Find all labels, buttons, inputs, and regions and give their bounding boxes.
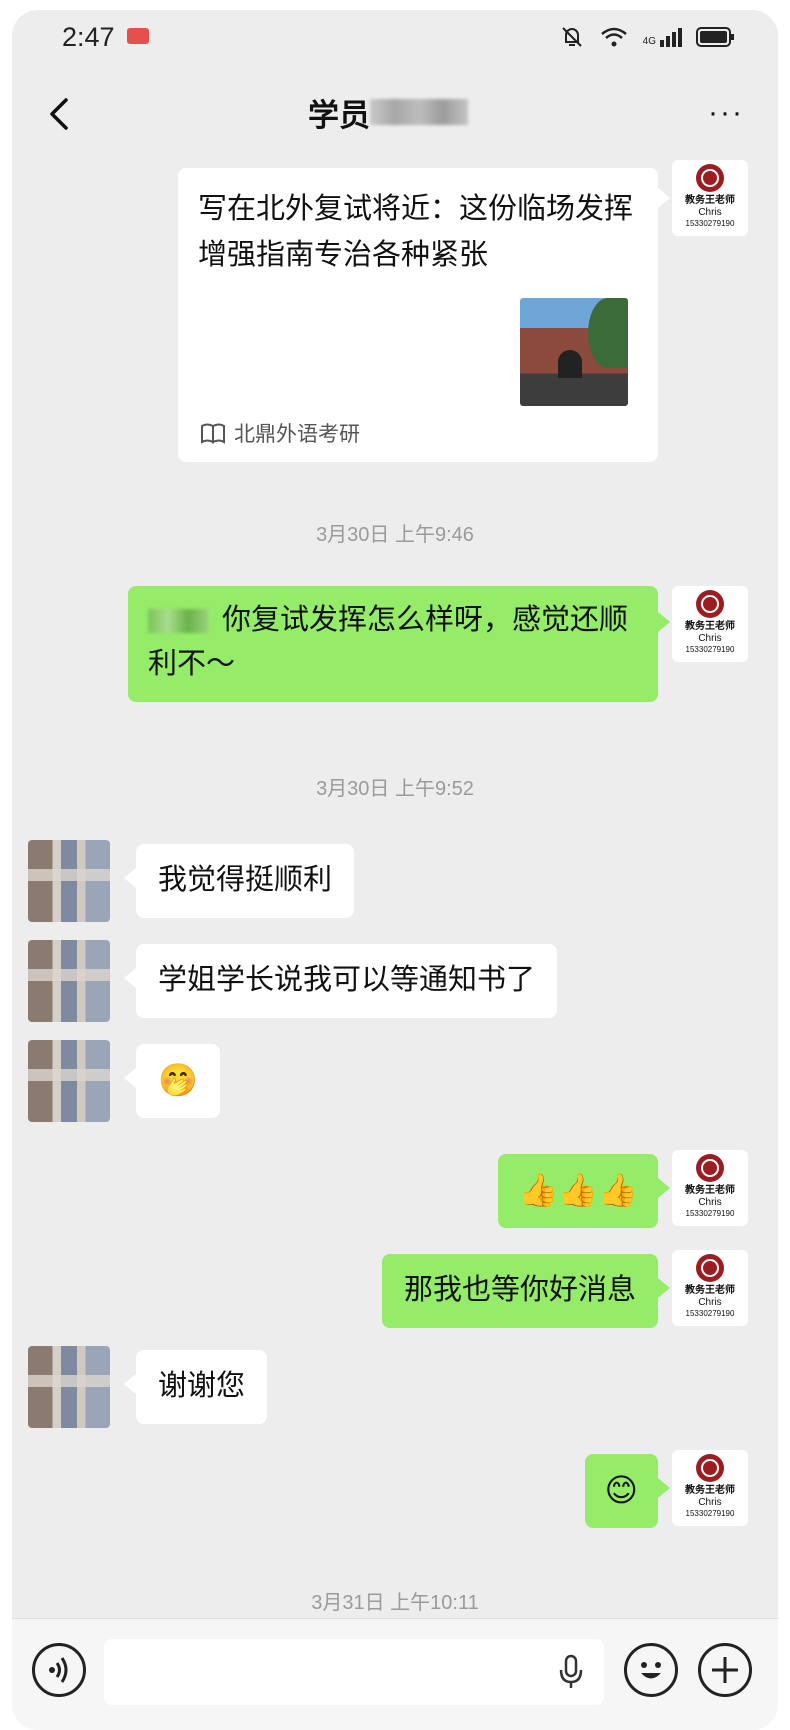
message-text: 谢谢您: [158, 1370, 246, 1402]
timestamp: 3月31日 上午10:11: [311, 1592, 479, 1614]
article-thumbnail: [520, 298, 628, 406]
article-card[interactable]: 写在北外复试将近：这份临场发挥增强指南专治各种紧张 北鼎外语考研: [178, 168, 658, 462]
avatar-line2: Chris: [698, 633, 722, 644]
message-article: 写在北外复试将近：这份临场发挥增强指南专治各种紧张 北鼎外语考研 教务王老师 C…: [12, 160, 778, 470]
message-bubble[interactable]: 谢谢您: [136, 1350, 268, 1424]
message-bubble[interactable]: 😊: [584, 1454, 658, 1528]
wifi-icon: [600, 27, 627, 47]
more-actions-button[interactable]: [698, 1643, 752, 1697]
chat-header: 学员 ···: [12, 66, 778, 162]
back-arrow-icon[interactable]: [40, 94, 80, 134]
message-text: 那我也等你好消息: [403, 1274, 636, 1306]
bubble-tail: [124, 1068, 136, 1088]
student-avatar[interactable]: [28, 940, 110, 1022]
message-outgoing: 你复试发挥怎么样呀，感觉还顺利不～ 教务王老师 Chris 1533027919…: [12, 586, 778, 706]
avatar-line1: 教务王老师: [685, 621, 735, 632]
message-outgoing: 👍👍👍 教务王老师 Chris 15330279190: [12, 1150, 778, 1236]
school-logo-icon: [696, 1454, 724, 1482]
status-time: 2:47: [62, 22, 115, 52]
avatar-line2: Chris: [698, 1197, 722, 1208]
message-text: 我觉得挺顺利: [158, 864, 333, 896]
smiley-icon: [641, 1662, 661, 1679]
message-outgoing: 那我也等你好消息 教务王老师 Chris 15330279190: [12, 1250, 778, 1336]
avatar-line2: Chris: [698, 1497, 722, 1508]
bubble-tail: [124, 1374, 136, 1394]
message-outgoing: 😊 教务王老师 Chris 15330279190: [12, 1450, 778, 1536]
bubble-tail: [658, 188, 670, 208]
student-avatar[interactable]: [28, 840, 110, 922]
chat-area[interactable]: 写在北外复试将近：这份临场发挥增强指南专治各种紧张 北鼎外语考研 教务王老师 C…: [12, 160, 778, 1618]
message-incoming: 谢谢您: [12, 1346, 778, 1436]
student-avatar[interactable]: [28, 1346, 110, 1428]
emoji-hand-over-mouth: 🤭: [158, 1062, 198, 1098]
voice-mode-button[interactable]: [32, 1643, 86, 1697]
avatar-line1: 教务王老师: [685, 1285, 735, 1296]
teacher-avatar[interactable]: 教务王老师 Chris 15330279190: [672, 1150, 748, 1226]
message-bubble[interactable]: 👍👍👍: [498, 1154, 658, 1228]
emoji-thumbs-up: 👍👍👍: [518, 1172, 638, 1208]
avatar-line1: 教务王老师: [685, 1485, 735, 1496]
message-bubble[interactable]: 你复试发挥怎么样呀，感觉还顺利不～: [128, 586, 658, 702]
battery-icon: [696, 27, 734, 47]
avatar-line3: 15330279190: [685, 1209, 735, 1218]
article-source: 北鼎外语考研: [200, 418, 360, 448]
teacher-avatar[interactable]: 教务王老师 Chris 15330279190: [672, 160, 748, 236]
avatar-line2: Chris: [698, 1297, 722, 1308]
article-title: 写在北外复试将近：这份临场发挥增强指南专治各种紧张: [198, 193, 634, 271]
status-icons: 4G: [559, 24, 736, 50]
timestamp: 3月30日 上午9:52: [316, 778, 474, 800]
bubble-tail: [658, 612, 670, 632]
status-bar: 2:47 4G: [12, 10, 778, 66]
blurred-name: [148, 609, 208, 634]
chat-title: 学员: [308, 98, 370, 133]
student-avatar[interactable]: [28, 1040, 110, 1122]
avatar-line3: 15330279190: [685, 645, 735, 654]
message-incoming: 我觉得挺顺利: [12, 840, 778, 930]
avatar-line1: 教务王老师: [685, 1185, 735, 1196]
message-input[interactable]: [104, 1639, 604, 1705]
teacher-avatar[interactable]: 教务王老师 Chris 15330279190: [672, 1450, 748, 1526]
bubble-tail: [124, 868, 136, 888]
recording-badge-icon: [127, 28, 149, 44]
school-logo-icon: [696, 590, 724, 618]
message-incoming: 🤭: [12, 1040, 778, 1130]
teacher-avatar[interactable]: 教务王老师 Chris 15330279190: [672, 1250, 748, 1326]
avatar-line2: Chris: [698, 207, 722, 218]
message-bubble[interactable]: 学姐学长说我可以等通知书了: [136, 944, 558, 1018]
microphone-icon[interactable]: [558, 1654, 584, 1690]
message-bubble[interactable]: 那我也等你好消息: [381, 1254, 658, 1328]
bubble-tail: [124, 968, 136, 988]
avatar-line3: 15330279190: [685, 1509, 735, 1518]
school-logo-icon: [696, 1254, 724, 1282]
bubble-tail: [658, 1478, 670, 1498]
input-bar: [12, 1618, 778, 1730]
school-logo-icon: [696, 1154, 724, 1182]
school-logo-icon: [696, 164, 724, 192]
avatar-line3: 15330279190: [685, 219, 735, 228]
emoji-button[interactable]: [624, 1643, 678, 1697]
avatar-line3: 15330279190: [685, 1309, 735, 1318]
message-incoming: 学姐学长说我可以等通知书了: [12, 940, 778, 1030]
network-type: 4G: [642, 35, 656, 47]
more-options-button[interactable]: ···: [708, 96, 744, 130]
article-source-name: 北鼎外语考研: [234, 423, 360, 446]
mute-bell-icon: [561, 27, 582, 47]
avatar-line1: 教务王老师: [685, 195, 735, 206]
bubble-tail: [658, 1178, 670, 1198]
bubble-tail: [658, 1278, 670, 1298]
message-bubble[interactable]: 我觉得挺顺利: [136, 844, 355, 918]
timestamp: 3月30日 上午9:46: [316, 524, 474, 546]
message-text: 学姐学长说我可以等通知书了: [158, 964, 536, 996]
blurred-contact-name: [370, 99, 468, 125]
message-bubble[interactable]: 🤭: [136, 1044, 220, 1118]
emoji-smiling-face: 😊: [604, 1472, 638, 1508]
book-icon: [201, 423, 225, 444]
voice-wave-icon: [49, 1657, 68, 1683]
teacher-avatar[interactable]: 教务王老师 Chris 15330279190: [672, 586, 748, 662]
signal-icon: 4G: [642, 27, 682, 47]
phone-screen: 2:47 4G 学员 ··· 写在北外复试将近：这份临场发挥增强指南专治各种紧张…: [12, 10, 778, 1730]
message-text: 你复试发挥怎么样呀，感觉还顺利不～: [148, 604, 629, 680]
